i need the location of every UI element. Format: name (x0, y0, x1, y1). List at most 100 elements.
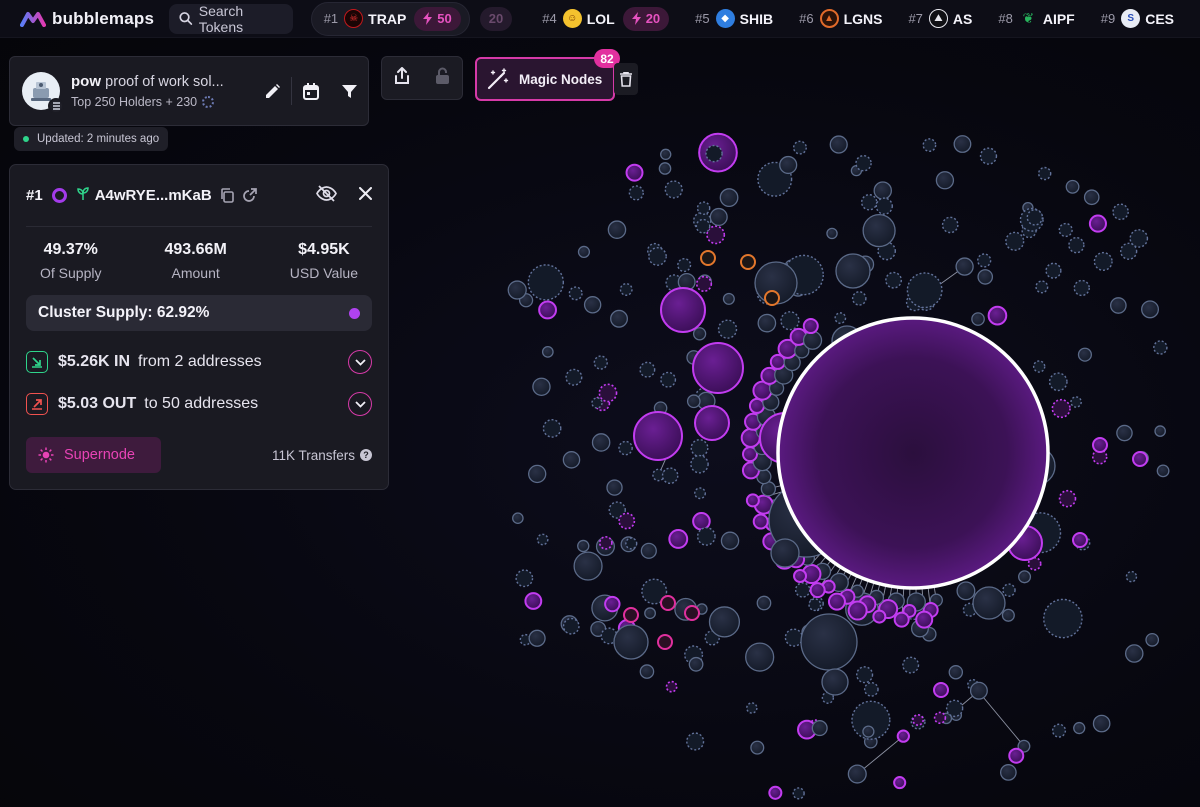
open-explorer-button[interactable] (242, 188, 257, 203)
holder-bubble[interactable] (1045, 262, 1062, 279)
holder-bubble[interactable] (770, 538, 800, 568)
holder-bubble[interactable] (606, 479, 623, 496)
holder-bubble[interactable] (692, 342, 744, 394)
holder-bubble[interactable] (696, 526, 716, 546)
holder-bubble[interactable] (1032, 360, 1046, 373)
holder-bubble[interactable] (583, 296, 602, 314)
trending-item-shib[interactable]: #5 ◆ SHIB (695, 9, 773, 28)
calendar-button[interactable] (292, 72, 330, 110)
holder-bubble[interactable] (1043, 598, 1083, 639)
holder-bubble[interactable] (639, 361, 656, 378)
holder-bubble[interactable] (661, 467, 679, 485)
holder-bubble[interactable] (1116, 424, 1133, 442)
holder-bubble[interactable] (987, 305, 1008, 326)
boost-badge[interactable]: 50 (414, 6, 461, 31)
holder-bubble[interactable] (591, 433, 611, 452)
holder-bubble[interactable] (1153, 340, 1168, 355)
holder-bubble[interactable] (577, 539, 590, 553)
holder-bubble[interactable] (748, 397, 765, 414)
holder-bubble[interactable] (1070, 396, 1082, 408)
holder-bubble[interactable] (829, 135, 848, 154)
holder-bubble[interactable] (752, 513, 769, 530)
holder-bubble[interactable] (1018, 570, 1032, 584)
trending-item-aipf[interactable]: #8 ❦ AIPF (998, 9, 1074, 28)
holder-bubble[interactable] (648, 247, 667, 266)
holder-bubble[interactable] (827, 592, 846, 611)
holder-bubble[interactable] (593, 355, 608, 370)
holder-bubble[interactable] (922, 138, 937, 153)
holder-bubble[interactable] (1154, 425, 1166, 437)
holder-bubble[interactable] (696, 201, 711, 215)
boost-badge[interactable]: 20 (622, 6, 670, 31)
token-avatar[interactable] (22, 72, 64, 114)
holder-bubble[interactable] (604, 595, 621, 613)
help-icon[interactable]: ? (360, 449, 372, 461)
holder-bubble[interactable] (862, 725, 875, 738)
holder-bubble[interactable] (607, 220, 627, 239)
holder-bubble[interactable] (722, 292, 735, 305)
holder-bubble[interactable] (686, 732, 705, 751)
holder-bubble[interactable] (863, 681, 879, 697)
holder-bubble[interactable] (847, 764, 867, 784)
holder-bubble[interactable] (979, 147, 998, 165)
holder-bubble[interactable] (826, 227, 838, 240)
holder-bubble[interactable] (694, 487, 706, 500)
holder-bubble[interactable] (792, 787, 805, 800)
holder-bubble[interactable] (541, 346, 554, 358)
expand-outflow-button[interactable] (348, 392, 372, 416)
holder-bubble[interactable] (1051, 398, 1071, 419)
holder-bubble[interactable] (562, 451, 581, 469)
expand-inflow-button[interactable] (348, 350, 372, 374)
holder-bubble[interactable] (1093, 251, 1113, 271)
close-panel-button[interactable] (359, 186, 372, 205)
holder-bubble[interactable] (933, 682, 949, 698)
holder-bubble[interactable] (794, 582, 811, 598)
holder-bubble[interactable] (524, 592, 543, 610)
trending-item-trap[interactable]: #1 ☠ TRAP 50 (310, 1, 470, 36)
holder-bubble[interactable] (515, 569, 534, 588)
holder-bubble[interactable] (1058, 489, 1077, 508)
holder-bubble[interactable] (768, 785, 783, 800)
holder-bubble[interactable] (1065, 179, 1080, 194)
lock-button[interactable] (435, 67, 450, 90)
holder-bubble[interactable] (1112, 203, 1129, 221)
holder-bubble[interactable] (1077, 347, 1093, 362)
holder-bubble[interactable] (512, 512, 524, 525)
delete-magic-nodes-button[interactable] (614, 63, 638, 95)
holder-bubble[interactable] (565, 368, 583, 386)
holder-bubble[interactable] (872, 609, 887, 624)
holder-bubble[interactable] (1124, 644, 1144, 663)
holder-bubble[interactable] (677, 257, 692, 273)
holder-bubble[interactable] (802, 318, 819, 335)
holder-bubble[interactable] (821, 668, 849, 696)
holder-bubble[interactable] (1141, 300, 1160, 319)
holder-bubble[interactable] (1083, 189, 1100, 206)
holder-bubble[interactable] (847, 600, 868, 621)
holder-bubble[interactable] (809, 582, 826, 599)
holder-bubble[interactable] (885, 271, 903, 289)
holder-bubble[interactable] (538, 300, 557, 320)
holder-bubble[interactable] (1092, 437, 1108, 453)
outflow-row[interactable]: $5.03 OUT to 50 addresses (26, 383, 372, 425)
trending-item-ces[interactable]: #9 S CES (1101, 9, 1174, 28)
holder-bubble[interactable] (855, 154, 872, 172)
holder-bubble[interactable] (623, 607, 639, 623)
holder-bubble[interactable] (542, 419, 562, 438)
holder-bubble[interactable] (1001, 608, 1015, 622)
trending-item-as[interactable]: #7 ⛰ AS (908, 9, 972, 28)
holder-bubble[interactable] (764, 290, 780, 306)
filter-button[interactable] (330, 72, 368, 110)
holder-bubble[interactable] (528, 464, 547, 484)
holder-bubble[interactable] (933, 711, 947, 724)
holder-bubble[interactable] (746, 702, 758, 714)
holder-bubble[interactable] (640, 542, 657, 559)
holder-bubble[interactable] (613, 624, 649, 660)
holder-bubble[interactable] (835, 253, 871, 289)
holder-bubble[interactable] (1068, 236, 1085, 254)
holder-bubble[interactable] (780, 311, 800, 331)
holder-bubble[interactable] (720, 531, 740, 551)
holder-bubble[interactable] (1092, 714, 1111, 733)
holder-bubble[interactable] (708, 606, 741, 638)
address-text[interactable]: A4wRYE...mKaB (95, 187, 212, 204)
holder-bubble[interactable] (660, 371, 677, 388)
